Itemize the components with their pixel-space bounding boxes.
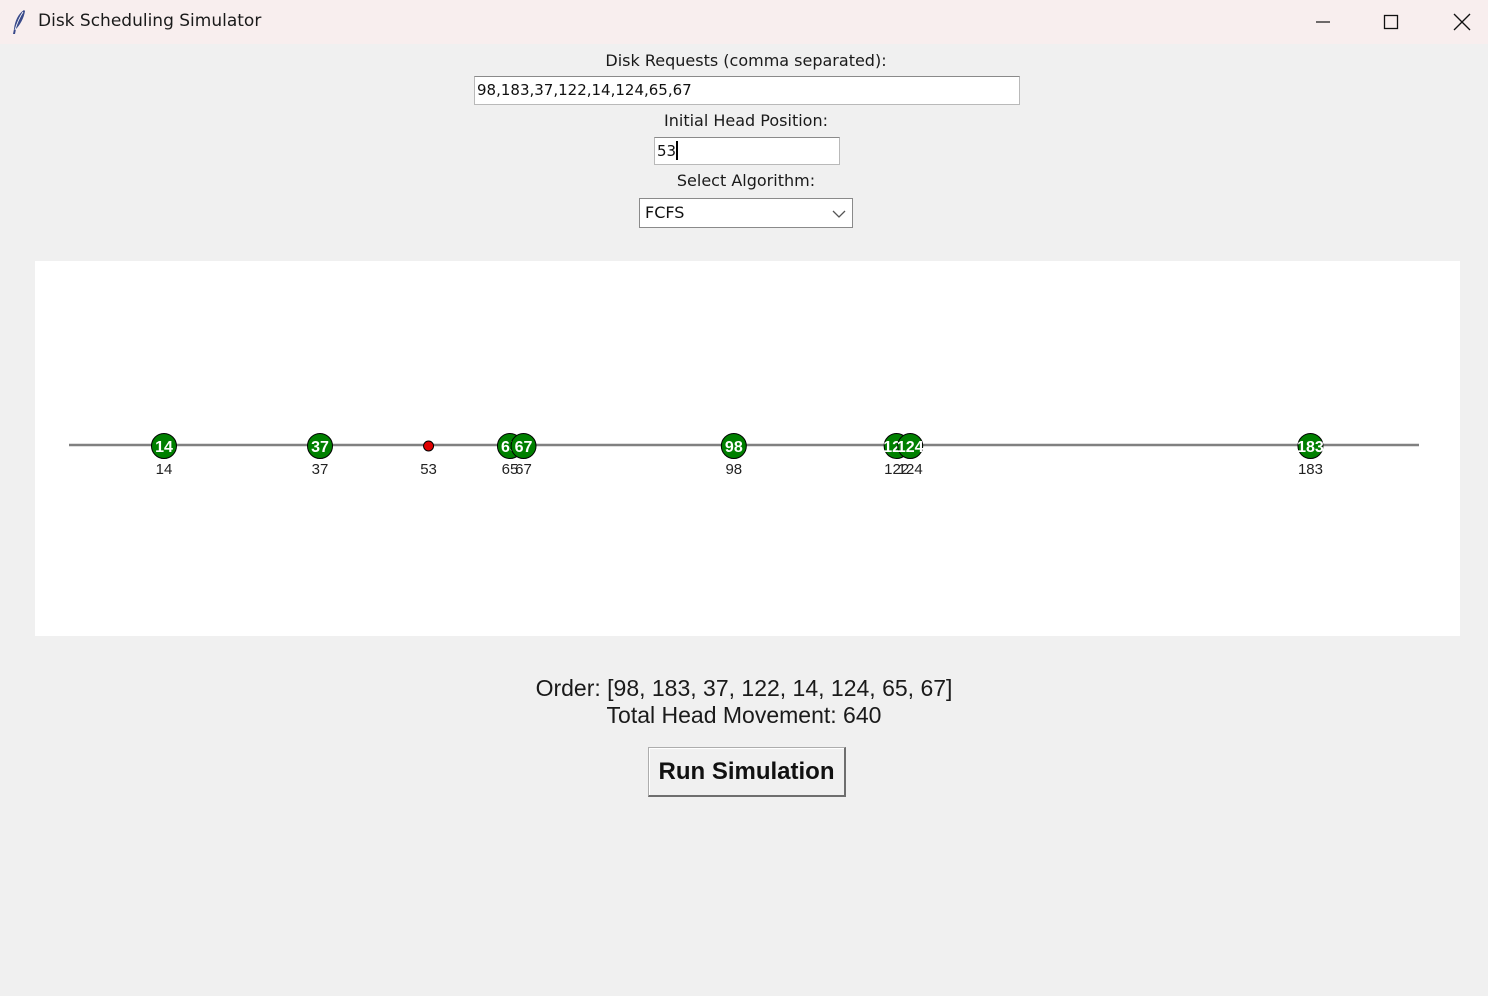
order-result: Order: [98, 183, 37, 122, 14, 124, 65, 6… [535, 675, 953, 701]
text-cursor [676, 141, 679, 160]
head-position-input-value: 53 [657, 142, 677, 160]
requests-input[interactable]: 98,183,37,122,14,124,65,67 [474, 76, 1020, 105]
request-tick-label: 183 [1298, 461, 1323, 478]
request-marker-label: 67 [515, 439, 533, 456]
request-tick-label: 67 [515, 461, 532, 478]
request-marker-label: 37 [311, 439, 329, 456]
requests-label: Disk Requests (comma separated): [605, 51, 887, 70]
chevron-down-icon[interactable] [830, 205, 848, 223]
head-position-label: Initial Head Position: [664, 111, 828, 130]
request-tick-label: 37 [312, 461, 329, 478]
minimize-icon [1316, 21, 1330, 23]
close-icon [1453, 13, 1471, 31]
window-title: Disk Scheduling Simulator [38, 11, 262, 31]
head-position-input[interactable]: 53 [654, 137, 840, 165]
request-marker-label: 14 [155, 439, 173, 456]
algorithm-select-value: FCFS [645, 203, 685, 222]
head-marker [423, 440, 435, 452]
request-marker-label: 98 [725, 439, 743, 456]
title-bar: Disk Scheduling Simulator [0, 0, 1488, 44]
minimize-button[interactable] [1288, 0, 1358, 44]
close-button[interactable] [1427, 0, 1488, 44]
track-visualization: 5398981831833737122122141412412465656767 [69, 433, 1419, 478]
request-tick-label: 124 [898, 461, 923, 478]
algorithm-select[interactable]: FCFS [639, 198, 853, 228]
maximize-button[interactable] [1356, 0, 1426, 44]
request-marker-label: 124 [897, 439, 924, 456]
maximize-icon [1383, 14, 1399, 30]
algorithm-label: Select Algorithm: [676, 171, 816, 190]
requests-input-value: 98,183,37,122,14,124,65,67 [477, 81, 692, 99]
visualization-canvas: 53 98 98 183 183 37 37 122 122 14 14 124 124 65 65 67 67 [35, 261, 1460, 636]
request-tick-label: 14 [156, 461, 173, 478]
head-tick-label: 53 [420, 461, 437, 478]
request-tick-label: 98 [725, 461, 742, 478]
request-marker-label: 183 [1297, 439, 1324, 456]
feather-icon [13, 10, 25, 34]
total-movement-result: Total Head Movement: 640 [606, 702, 882, 728]
run-simulation-button[interactable]: Run Simulation [648, 747, 846, 797]
